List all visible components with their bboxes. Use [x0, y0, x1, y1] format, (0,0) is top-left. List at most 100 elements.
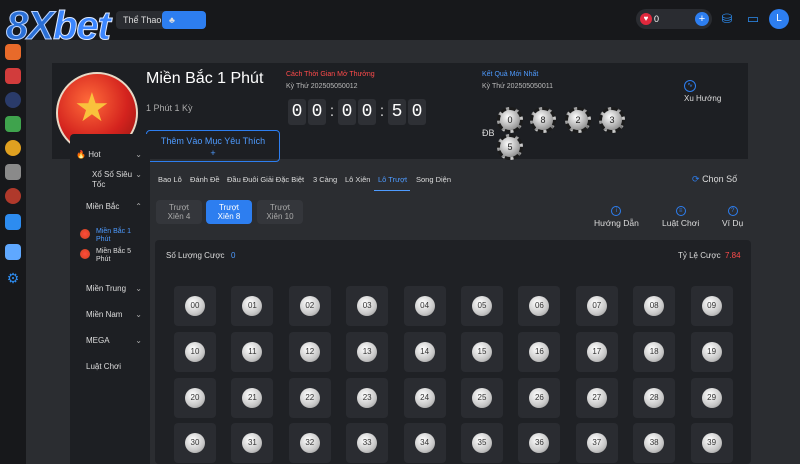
guide-label: Hướng Dẫn — [594, 218, 639, 228]
result-period: Kỳ Thứ 202505050011 — [482, 83, 553, 90]
number-cell[interactable]: 37 — [575, 423, 618, 464]
number-cell[interactable]: 22 — [288, 377, 331, 418]
number-cell[interactable]: 00 — [174, 286, 216, 326]
tab-sport[interactable]: Thể Thao — [116, 11, 169, 29]
side-item-hot[interactable]: 🔥 Hot ⌄ — [70, 150, 150, 159]
countdown-label: Cách Thời Gian Mở Thưởng — [286, 71, 375, 78]
number-cell[interactable]: 06 — [518, 286, 561, 326]
rail-game-icon-4[interactable] — [5, 116, 21, 132]
subtab-truot-xien-8[interactable]: Trượt Xiên 8 — [206, 200, 252, 224]
number-cell[interactable]: 31 — [231, 423, 274, 464]
timer-digit: 0 — [358, 99, 376, 125]
number-cell[interactable]: 07 — [575, 286, 618, 326]
number-cell[interactable]: 24 — [403, 377, 446, 418]
tab-lo-xien[interactable]: Lô Xiên — [345, 175, 370, 184]
tab-casino[interactable]: ♣ — [162, 11, 206, 29]
number-ball: 12 — [299, 341, 320, 362]
rail-game-icon-5[interactable] — [5, 140, 21, 156]
side-item-mega[interactable]: MEGA ⌄ — [70, 336, 150, 345]
number-cell[interactable]: 34 — [403, 423, 446, 464]
rail-game-icon-3[interactable] — [5, 92, 21, 108]
number-cell[interactable]: 35 — [461, 423, 503, 464]
balance-widget[interactable]: ♥ 0 + — [636, 9, 712, 29]
add-favorite-button[interactable]: Thêm Vào Mục Yêu Thích + — [146, 130, 280, 162]
number-cell[interactable]: 05 — [461, 286, 503, 326]
number-cell[interactable]: 02 — [288, 286, 331, 326]
rail-gamepad-icon[interactable] — [5, 164, 21, 180]
side-sub-mienbac-1[interactable]: Miền Bắc 1 Phút — [80, 228, 142, 244]
side-item-label: Xổ Số Siêu Tốc — [92, 170, 133, 189]
number-cell[interactable]: 08 — [633, 286, 676, 326]
number-ball: 02 — [299, 296, 320, 316]
number-cell[interactable]: 09 — [690, 286, 733, 326]
number-cell[interactable]: 25 — [461, 377, 503, 418]
number-cell[interactable]: 27 — [575, 377, 618, 418]
side-item-mienbac[interactable]: Miền Bắc ⌃ — [70, 202, 150, 211]
number-cell[interactable]: 32 — [288, 423, 331, 464]
number-cell[interactable]: 23 — [346, 377, 389, 418]
choose-number-button[interactable]: ⟳ Chọn Số — [692, 174, 737, 185]
number-cell[interactable]: 19 — [690, 331, 733, 372]
example-button[interactable]: ? Ví Dụ — [722, 206, 743, 228]
tab-3-cang[interactable]: 3 Càng — [313, 175, 337, 184]
deposit-plus-button[interactable]: + — [695, 12, 709, 26]
tab-bao-lo[interactable]: Bao Lô — [158, 175, 182, 184]
tab-song-dien[interactable]: Song Diện — [416, 175, 451, 184]
rail-settings-icon[interactable]: ⚙ — [5, 270, 21, 286]
number-cell[interactable]: 18 — [633, 331, 676, 372]
number-cell[interactable]: 14 — [403, 331, 446, 372]
rail-game-icon-7[interactable] — [5, 188, 21, 204]
rail-lottery-icon[interactable] — [5, 214, 21, 230]
number-ball: 03 — [357, 296, 378, 316]
subtab-truot-xien-10[interactable]: Trượt Xiên 10 — [257, 200, 303, 224]
rail-game-icon-2[interactable] — [5, 68, 21, 84]
number-cell[interactable]: 11 — [231, 331, 274, 372]
logo-text: bet — [52, 4, 111, 48]
number-cell[interactable]: 26 — [518, 377, 561, 418]
tab-danh-de[interactable]: Đánh Đề — [190, 175, 220, 184]
side-item-luat[interactable]: Luật Chơi — [70, 362, 150, 371]
rail-game-icon-1[interactable] — [5, 44, 21, 60]
number-ball: 15 — [472, 341, 492, 362]
tab-dau-duoi[interactable]: Đầu Đuôi Giải Đặc Biệt — [227, 175, 304, 184]
number-cell[interactable]: 39 — [690, 423, 733, 464]
number-cell[interactable]: 29 — [690, 377, 733, 418]
number-ball: 01 — [242, 296, 263, 316]
number-cell[interactable]: 38 — [633, 423, 676, 464]
number-cell[interactable]: 10 — [174, 331, 216, 372]
card-icon[interactable]: ▭ — [744, 10, 762, 28]
side-sub-mienbac-5[interactable]: Miền Bắc 5 Phút — [80, 248, 142, 264]
number-cell[interactable]: 04 — [403, 286, 446, 326]
number-cell[interactable]: 28 — [633, 377, 676, 418]
number-ball: 31 — [242, 433, 263, 454]
wallet-icon[interactable]: ⛁ — [718, 10, 736, 28]
number-cell[interactable]: 36 — [518, 423, 561, 464]
info-icon: i — [611, 206, 622, 216]
number-cell[interactable]: 13 — [346, 331, 389, 372]
chevron-down-icon: ⌄ — [135, 284, 142, 293]
rules-button[interactable]: ≡ Luật Chơi — [662, 206, 699, 228]
subtab-truot-xien-4[interactable]: Trượt Xiên 4 — [156, 200, 202, 224]
guide-button[interactable]: i Hướng Dẫn — [594, 206, 639, 228]
number-cell[interactable]: 33 — [346, 423, 389, 464]
avatar[interactable]: L — [769, 9, 789, 29]
number-cell[interactable]: 03 — [346, 286, 389, 326]
number-cell[interactable]: 01 — [231, 286, 274, 326]
number-ball: 10 — [185, 341, 205, 362]
number-cell[interactable]: 30 — [174, 423, 216, 464]
side-item-miennam[interactable]: Miền Nam ⌄ — [70, 310, 150, 319]
tab-lo-truot[interactable]: Lô Trượt — [378, 175, 407, 184]
number-cell[interactable]: 20 — [174, 377, 216, 418]
trend-button[interactable]: ∿ Xu Hướng — [684, 80, 744, 103]
rail-gift-icon[interactable] — [5, 244, 21, 260]
number-cell[interactable]: 17 — [575, 331, 618, 372]
number-cell[interactable]: 16 — [518, 331, 561, 372]
side-item-mientrung[interactable]: Miền Trung ⌄ — [70, 284, 150, 293]
left-rail: ⚙ — [0, 40, 26, 464]
number-cell[interactable]: 21 — [231, 377, 274, 418]
side-item-xoso[interactable]: Xổ Số Siêu Tốc ⌄ — [70, 170, 142, 190]
trend-label: Xu Hướng — [684, 94, 722, 103]
number-cell[interactable]: 15 — [461, 331, 503, 372]
odds-value: 7.84 — [725, 251, 741, 260]
number-cell[interactable]: 12 — [288, 331, 331, 372]
